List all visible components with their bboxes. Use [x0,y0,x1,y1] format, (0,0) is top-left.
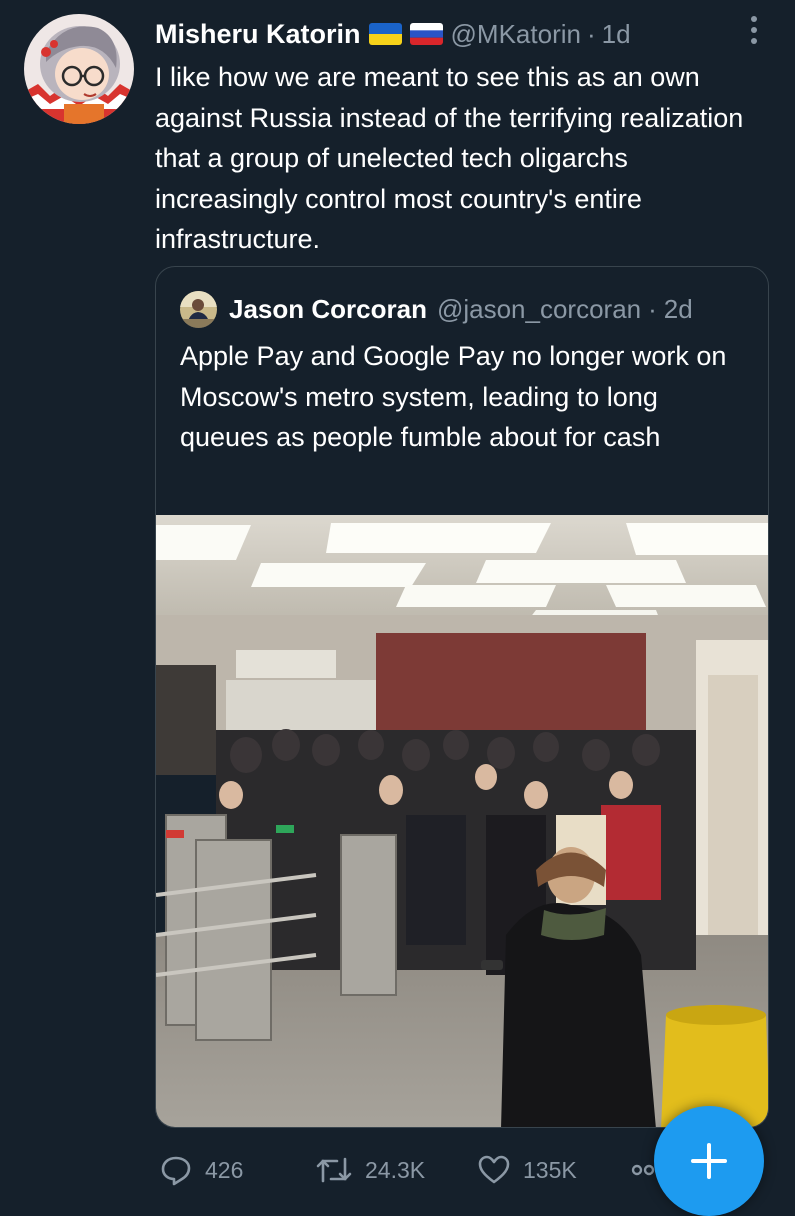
more-options-icon[interactable] [744,14,764,46]
quoted-tweet-time: 2d [663,293,693,324]
plus-icon [691,1143,727,1179]
russia-flag-icon [409,23,443,45]
tweet-header: Misheru Katorin @MKatorin · 1d [155,14,631,54]
like-button[interactable]: 135K [477,1148,577,1192]
quoted-tweet-card[interactable]: Jason Corcoran @jason_corcoran · 2d Appl… [155,266,769,1128]
quoted-tweet-text: Apple Pay and Google Pay no longer work … [180,341,727,452]
reply-icon [161,1156,191,1186]
author-name[interactable]: Misheru Katorin [155,19,361,50]
quoted-tweet-photo[interactable] [156,515,768,1127]
quoted-author-avatar [180,290,217,328]
author-handle[interactable]: @MKatorin [451,19,581,50]
tweet-text: I like how we are meant to see this as a… [155,62,744,254]
quoted-tweet-header: Jason Corcoran @jason_corcoran · 2d [180,289,693,329]
tweet-time[interactable]: 1d [602,19,631,50]
ukraine-flag-icon [368,23,402,45]
reply-button[interactable]: 426 [159,1148,243,1192]
share-icon [631,1164,655,1176]
quoted-author-handle: @jason_corcoran [436,293,642,324]
reply-count: 426 [205,1156,244,1183]
retweet-button[interactable]: 24.3K [315,1148,425,1192]
separator-dot: · [586,18,596,49]
tweet: Misheru Katorin @MKatorin · 1d I like ho… [0,0,795,1216]
quoted-author-name: Jason Corcoran [229,293,427,324]
retweet-count: 24.3K [365,1156,426,1183]
like-count: 135K [523,1156,577,1183]
heart-icon [478,1155,510,1184]
separator-dot: · [648,293,657,324]
retweet-icon [316,1157,352,1183]
author-avatar[interactable] [24,14,134,124]
